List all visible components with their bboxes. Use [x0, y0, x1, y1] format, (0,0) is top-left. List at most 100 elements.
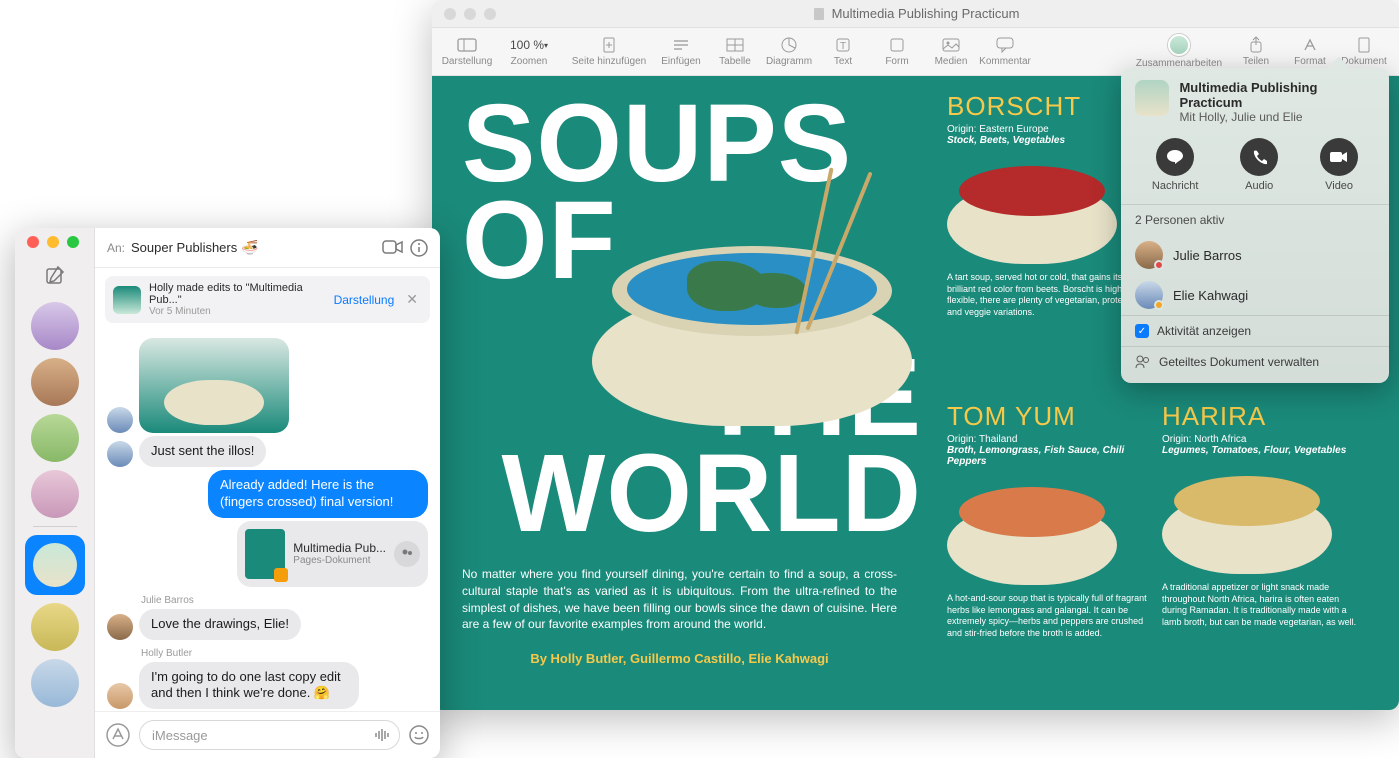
details-button[interactable]: [410, 239, 428, 257]
view-icon: [457, 37, 477, 53]
share-button[interactable]: Teilen: [1229, 36, 1283, 67]
messages-sidebar: [15, 228, 95, 758]
poster-byline: By Holly Butler, Guillermo Castillo, Eli…: [462, 651, 897, 666]
recipient-name[interactable]: Souper Publishers 🍜: [131, 239, 259, 256]
phone-icon: [1251, 149, 1267, 165]
share-icon: [1249, 36, 1263, 54]
video-icon: [382, 239, 404, 255]
pages-titlebar[interactable]: Multimedia Publishing Practicum: [432, 0, 1399, 28]
media-button[interactable]: Medien: [924, 36, 978, 67]
collab-message-button[interactable]: Nachricht: [1152, 138, 1198, 192]
info-icon: [410, 239, 428, 257]
conversation-4[interactable]: [31, 470, 79, 518]
document-panel-icon: [1357, 37, 1371, 53]
comment-icon: [996, 37, 1014, 53]
conversation-2[interactable]: [31, 358, 79, 406]
people-icon: [1135, 355, 1151, 369]
conversation-header: An: Souper Publishers 🍜: [95, 228, 440, 268]
app-store-icon: [105, 722, 131, 748]
message-image-in: [107, 338, 428, 433]
message-bubble: Love the drawings, Elie!: [139, 609, 301, 640]
banner-action-link[interactable]: Darstellung: [334, 293, 395, 307]
conversation-5[interactable]: [31, 603, 79, 651]
message-bubble: I'm going to do one last copy edit and t…: [139, 662, 359, 710]
avatar: [107, 441, 133, 467]
conversation-3[interactable]: [31, 414, 79, 462]
facetime-button[interactable]: [382, 239, 404, 257]
message-input[interactable]: iMessage: [139, 720, 400, 750]
comment-button[interactable]: Kommentar: [978, 36, 1032, 67]
show-activity-toggle[interactable]: ✓ Aktivität anzeigen: [1121, 315, 1389, 346]
table-icon: [726, 38, 744, 52]
collab-doc-thumbnail: [1135, 80, 1169, 116]
collab-person-julie[interactable]: Julie Barros: [1121, 235, 1389, 275]
messages-window: An: Souper Publishers 🍜 Holly made edits…: [15, 228, 440, 758]
avatar: [107, 407, 133, 433]
sender-label: Julie Barros: [141, 595, 428, 606]
soup-card-borscht: BORSCHT Origin: Eastern Europe Stock, Be…: [947, 91, 1147, 319]
emoji-button[interactable]: [408, 724, 430, 746]
chart-button[interactable]: Diagramm: [762, 36, 816, 67]
message-row: I'm going to do one last copy edit and t…: [107, 662, 428, 710]
image-attachment[interactable]: [139, 338, 289, 433]
insert-icon: [672, 38, 690, 52]
text-icon: T: [835, 37, 851, 53]
attachment-thumbnail: [245, 529, 285, 579]
soup-card-tomyum: TOM YUM Origin: Thailand Broth, Lemongra…: [947, 401, 1147, 640]
document-icon: [812, 7, 826, 21]
apps-button[interactable]: [105, 722, 131, 748]
table-button[interactable]: Tabelle: [708, 36, 762, 67]
minimize-window-button[interactable]: [464, 8, 476, 20]
collab-active-count: 2 Personen aktiv: [1121, 205, 1389, 235]
shape-icon: [889, 37, 905, 53]
collab-person-elie[interactable]: Elie Kahwagi: [1121, 275, 1389, 315]
view-button[interactable]: Darstellung: [440, 36, 494, 67]
fullscreen-window-button[interactable]: [67, 236, 79, 248]
hero-bowl-illustration: [592, 206, 912, 426]
conversation-1[interactable]: [31, 302, 79, 350]
minimize-window-button[interactable]: [47, 236, 59, 248]
window-controls: [444, 8, 496, 20]
edit-notification-banner: Holly made edits to "Multimedia Pub..." …: [105, 276, 430, 323]
conversation-6[interactable]: [31, 659, 79, 707]
document-attachment[interactable]: Multimedia Pub... Pages-Dokument: [237, 521, 428, 587]
dictation-button[interactable]: [373, 726, 391, 744]
conversation-souper-publishers[interactable]: [25, 535, 85, 595]
poster-body-text: No matter where you find yourself dining…: [462, 566, 897, 633]
message-row: Just sent the illos!: [107, 436, 428, 467]
manage-shared-doc-button[interactable]: Geteiltes Dokument verwalten: [1121, 346, 1389, 377]
svg-text:T: T: [840, 41, 846, 52]
smiley-icon: [408, 724, 430, 746]
document-title: Multimedia Publishing Practicum: [812, 6, 1020, 21]
soup-card-harira: HARIRA Origin: North Africa Legumes, Tom…: [1162, 401, 1362, 629]
chart-icon: [781, 37, 797, 53]
banner-close-button[interactable]: ✕: [402, 291, 422, 308]
close-window-button[interactable]: [27, 236, 39, 248]
zoom-selector[interactable]: 100 % ▾ Zoomen: [494, 36, 564, 67]
sender-label: Holly Butler: [141, 648, 428, 659]
avatar: [107, 614, 133, 640]
message-bubble: Just sent the illos!: [139, 436, 266, 467]
compose-button[interactable]: [44, 264, 66, 286]
close-window-button[interactable]: [444, 8, 456, 20]
format-button[interactable]: Format: [1283, 36, 1337, 67]
insert-button[interactable]: Einfügen: [654, 36, 708, 67]
message-row: Love the drawings, Elie!: [107, 609, 428, 640]
collab-audio-button[interactable]: Audio: [1240, 138, 1278, 192]
fullscreen-window-button[interactable]: [484, 8, 496, 20]
add-page-button[interactable]: Seite hinzufügen: [564, 36, 654, 67]
message-thread[interactable]: Just sent the illos! Already added! Here…: [95, 331, 440, 711]
collab-header: Multimedia Publishing Practicum Mit Holl…: [1121, 80, 1389, 134]
collab-video-button[interactable]: Video: [1320, 138, 1358, 192]
waveform-icon: [373, 726, 391, 744]
attachment-collab-icon: [394, 541, 420, 567]
message-row: Already added! Here is the (fingers cros…: [107, 470, 428, 518]
text-button[interactable]: T Text: [816, 36, 870, 67]
collaboration-popover: Multimedia Publishing Practicum Mit Holl…: [1121, 68, 1389, 383]
to-label: An:: [107, 241, 125, 255]
shape-button[interactable]: Form: [870, 36, 924, 67]
collaborate-button[interactable]: Zusammenarbeiten: [1129, 34, 1229, 69]
window-controls: [27, 236, 79, 248]
pages-window: Multimedia Publishing Practicum Darstell…: [432, 0, 1399, 710]
poster-title-block: SOUPS OF THE WORLD: [462, 96, 922, 576]
